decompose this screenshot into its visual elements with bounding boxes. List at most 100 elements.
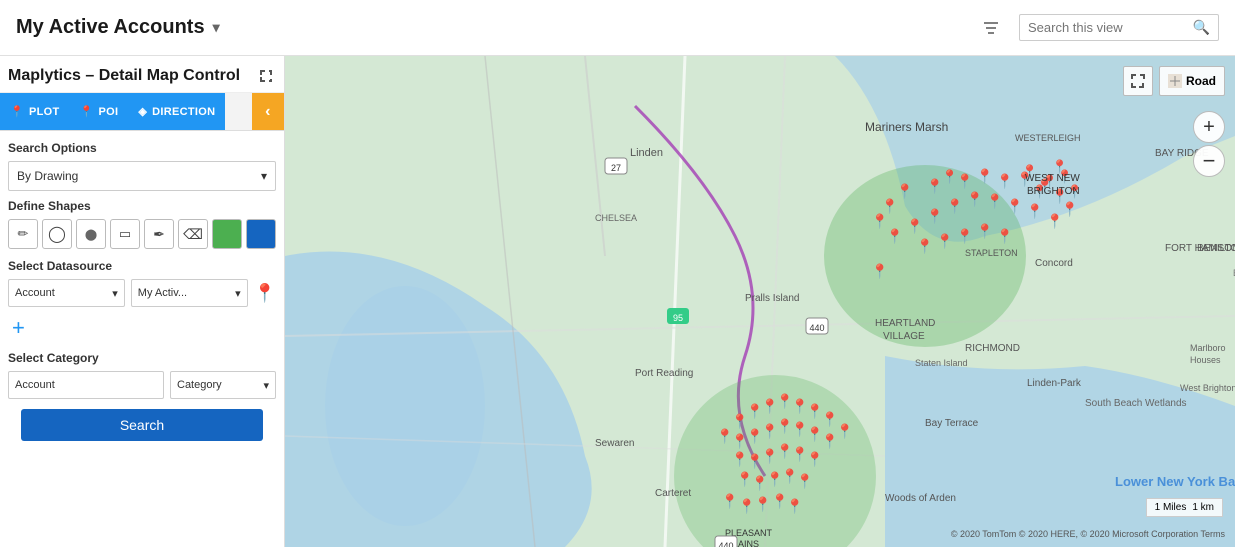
- top-header: My Active Accounts ▾ 🔍: [0, 0, 1235, 56]
- rectangle-tool-button[interactable]: ▭: [110, 219, 140, 249]
- expand-panel-icon[interactable]: [256, 66, 276, 86]
- svg-text:WEST NEW: WEST NEW: [1025, 173, 1080, 184]
- search-options-dropdown[interactable]: By Drawing ▾: [8, 161, 276, 191]
- poi-icon: 📍: [80, 105, 94, 118]
- svg-text:📍: 📍: [996, 173, 1013, 190]
- svg-text:📍: 📍: [906, 218, 923, 235]
- tab-plot[interactable]: 📍 PLOT: [0, 93, 70, 130]
- map-top-right-controls: Road: [1123, 66, 1225, 96]
- ellipse-tool-button[interactable]: ◯: [42, 219, 72, 249]
- tab-direction-label: DIRECTION: [152, 106, 215, 118]
- svg-text:📍: 📍: [946, 198, 963, 215]
- pin-icon[interactable]: 📍: [254, 283, 276, 304]
- svg-text:📍: 📍: [956, 228, 973, 245]
- svg-text:📍: 📍: [738, 498, 755, 515]
- search-box: 🔍: [1019, 14, 1219, 41]
- svg-text:Concord: Concord: [1035, 258, 1073, 269]
- svg-text:Sewaren: Sewaren: [595, 438, 634, 449]
- svg-text:📍: 📍: [956, 173, 973, 190]
- svg-text:BRIGHTON: BRIGHTON: [1027, 186, 1080, 197]
- tab-collapse-arrow[interactable]: ‹: [252, 93, 284, 130]
- main-layout: Maplytics – Detail Map Control 📍 PLOT 📍 …: [0, 56, 1235, 547]
- svg-text:📍: 📍: [796, 473, 813, 490]
- panel-content: Search Options By Drawing ▾ Define Shape…: [0, 131, 284, 547]
- header-title: My Active Accounts ▾: [16, 16, 220, 39]
- svg-text:440: 440: [718, 541, 733, 547]
- left-panel: Maplytics – Detail Map Control 📍 PLOT 📍 …: [0, 56, 285, 547]
- svg-text:📍: 📍: [966, 191, 983, 208]
- svg-text:📍: 📍: [1046, 213, 1063, 230]
- svg-text:BENSONHURST: BENSONHURST: [1197, 243, 1235, 254]
- add-datasource-button[interactable]: +: [8, 313, 29, 343]
- search-icon: 🔍: [1193, 19, 1210, 36]
- datasource-row: Account ▾ My Activ... ▾ 📍: [8, 279, 276, 307]
- svg-text:Woods of Arden: Woods of Arden: [885, 493, 956, 504]
- category-dropdown[interactable]: Category ▾: [170, 371, 276, 399]
- svg-text:📍: 📍: [1006, 198, 1023, 215]
- map-area[interactable]: 📍 📍 📍 📍 📍 📍 📍 📍 📍 📍 📍 📍 📍 📍 📍 📍 📍 📍 📍: [285, 56, 1235, 547]
- freehand-tool-button[interactable]: ✒: [144, 219, 174, 249]
- search-options-value: By Drawing: [17, 169, 78, 183]
- select-category-label: Select Category: [8, 351, 276, 365]
- svg-text:📍: 📍: [942, 169, 958, 184]
- tab-poi-label: POI: [99, 106, 119, 118]
- search-input[interactable]: [1028, 20, 1187, 35]
- svg-text:📍: 📍: [721, 493, 738, 510]
- svg-text:📍: 📍: [916, 238, 933, 255]
- svg-text:📍: 📍: [836, 423, 853, 440]
- tab-poi[interactable]: 📍 POI: [70, 93, 129, 130]
- svg-text:Marlboro: Marlboro: [1190, 343, 1226, 353]
- direction-icon: ◈: [138, 105, 147, 118]
- svg-text:📍: 📍: [886, 228, 903, 245]
- svg-text:📍: 📍: [1026, 203, 1043, 220]
- svg-text:95: 95: [673, 313, 683, 323]
- search-button[interactable]: Search: [21, 409, 262, 441]
- svg-text:📍: 📍: [986, 193, 1003, 210]
- category-row: Category ▾: [8, 371, 276, 399]
- zoom-out-button[interactable]: −: [1193, 145, 1225, 177]
- select-datasource-label: Select Datasource: [8, 259, 276, 273]
- blue-color-swatch[interactable]: [246, 219, 276, 249]
- svg-text:Bay Terrace: Bay Terrace: [925, 418, 979, 429]
- svg-text:South Beach Wetlands: South Beach Wetlands: [1085, 398, 1187, 409]
- eraser-tool-button[interactable]: ⌫: [178, 219, 208, 249]
- svg-text:Linden-Park: Linden-Park: [1027, 378, 1082, 389]
- svg-text:📍: 📍: [806, 451, 823, 468]
- svg-text:RICHMOND: RICHMOND: [965, 343, 1020, 354]
- svg-text:HEARTLAND: HEARTLAND: [875, 318, 935, 329]
- datasource-account-value: Account: [15, 287, 55, 299]
- road-view-button[interactable]: Road: [1159, 66, 1225, 96]
- circle-tool-button[interactable]: ⬤: [76, 219, 106, 249]
- header-right: 🔍: [975, 12, 1219, 44]
- green-color-swatch[interactable]: [212, 219, 242, 249]
- tab-direction[interactable]: ◈ DIRECTION: [128, 93, 225, 130]
- zoom-in-button[interactable]: +: [1193, 111, 1225, 143]
- ds-filter-chevron-icon: ▾: [235, 287, 241, 300]
- panel-subtitle: Maplytics – Detail Map Control: [0, 56, 284, 93]
- filter-icon[interactable]: [975, 12, 1007, 44]
- plot-icon: 📍: [10, 105, 24, 118]
- svg-text:West Brighton: West Brighton: [1180, 383, 1235, 393]
- category-account-input[interactable]: [8, 371, 164, 399]
- svg-text:440: 440: [809, 323, 824, 333]
- svg-text:WESTERLEIGH: WESTERLEIGH: [1015, 133, 1081, 143]
- svg-text:Houses: Houses: [1190, 355, 1221, 365]
- svg-text:Staten Island: Staten Island: [915, 358, 968, 368]
- expand-map-button[interactable]: [1123, 66, 1153, 96]
- svg-text:📍: 📍: [926, 208, 943, 225]
- svg-text:VILLAGE: VILLAGE: [883, 331, 925, 342]
- datasource-account-dropdown[interactable]: Account ▾: [8, 279, 125, 307]
- tab-plot-label: PLOT: [29, 106, 60, 118]
- svg-text:📍: 📍: [976, 223, 993, 240]
- category-dropdown-value: Category: [177, 379, 222, 391]
- page-title: My Active Accounts: [16, 16, 205, 39]
- define-shapes-label: Define Shapes: [8, 199, 276, 213]
- title-chevron-icon[interactable]: ▾: [213, 19, 220, 36]
- svg-text:CHELSEA: CHELSEA: [595, 213, 637, 223]
- svg-text:Linden: Linden: [630, 147, 663, 159]
- pencil-tool-button[interactable]: ✏: [8, 219, 38, 249]
- svg-text:Port Reading: Port Reading: [635, 368, 693, 379]
- datasource-filter-dropdown[interactable]: My Activ... ▾: [131, 279, 248, 307]
- svg-text:Carteret: Carteret: [655, 488, 691, 499]
- svg-text:📍: 📍: [754, 496, 771, 513]
